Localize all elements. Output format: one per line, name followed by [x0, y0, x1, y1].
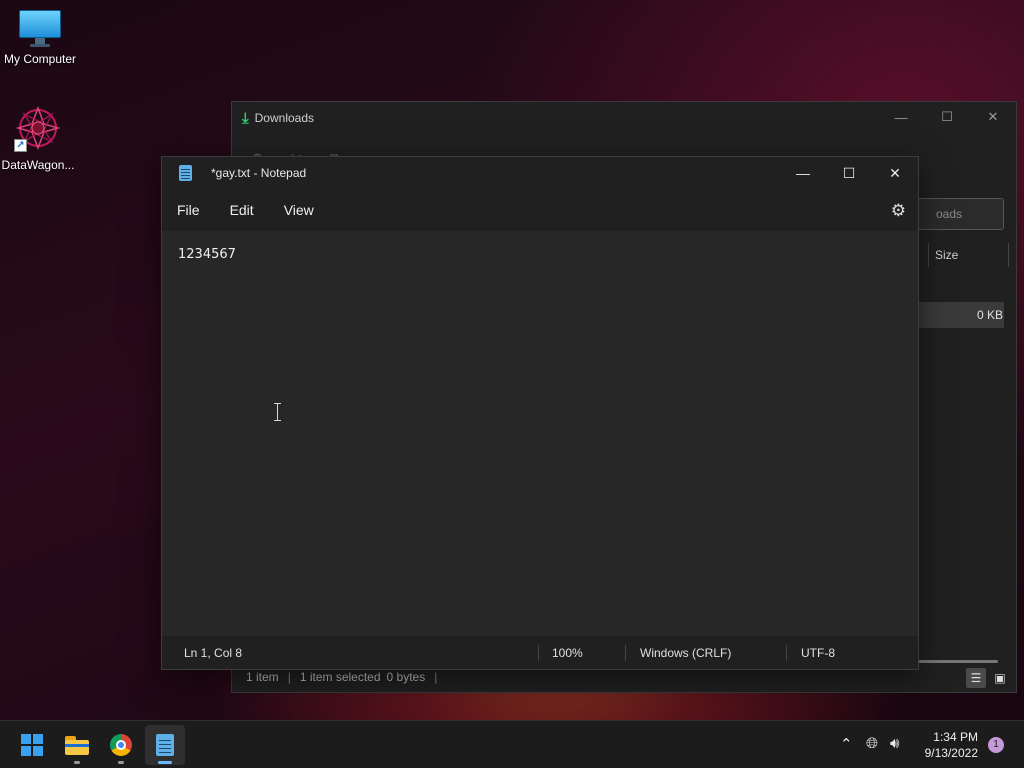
notepad-close-button[interactable]: ✕: [872, 157, 918, 189]
taskbar: ⌃ 🌐︎ 🔊︎ 1:34 PM 9/13/2022 1: [0, 720, 1024, 768]
clock[interactable]: 1:34 PM 9/13/2022: [925, 729, 978, 761]
notepad-text-area[interactable]: 1234567: [162, 231, 918, 637]
status-item-count: 1 item: [246, 670, 279, 684]
explorer-maximize-button[interactable]: ☐: [924, 102, 970, 132]
settings-gear-icon[interactable]: ⚙: [891, 201, 906, 221]
status-bytes: 0 bytes: [386, 670, 426, 684]
desktop-icon-label: My Computer: [3, 52, 77, 66]
column-header-size[interactable]: Size: [935, 248, 958, 262]
status-cursor-position: Ln 1, Col 8: [184, 646, 243, 660]
menu-edit[interactable]: Edit: [221, 202, 263, 218]
chrome-icon: [110, 734, 132, 756]
datawagon-logo-icon: ↗: [14, 104, 62, 152]
taskbar-chrome[interactable]: [101, 725, 141, 765]
notepad-icon: [156, 734, 174, 756]
clock-date: 9/13/2022: [924, 746, 978, 760]
shortcut-arrow-icon: ↗: [14, 139, 27, 152]
volume-icon[interactable]: 🔊︎: [890, 735, 899, 752]
details-view-icon[interactable]: ☰: [966, 668, 986, 688]
start-button[interactable]: [12, 725, 52, 765]
notification-badge[interactable]: 1: [988, 737, 1004, 753]
desktop-icon-label: DataWagon...: [1, 158, 75, 172]
file-row-size: 0 KB: [977, 308, 1004, 322]
status-zoom: 100%: [552, 646, 583, 660]
tiles-view-icon[interactable]: ▣: [990, 668, 1010, 688]
notepad-icon: [179, 165, 192, 181]
search-placeholder-text: oads: [936, 207, 963, 221]
download-icon: ⤓: [242, 109, 249, 127]
explorer-search-input[interactable]: oads: [918, 198, 1004, 230]
horizontal-scrollbar[interactable]: [918, 660, 998, 663]
status-line-ending: Windows (CRLF): [640, 646, 732, 660]
notepad-content: 1234567: [178, 247, 236, 262]
explorer-minimize-button[interactable]: —: [878, 102, 924, 132]
ibeam-cursor-icon: [274, 403, 282, 421]
taskbar-file-explorer[interactable]: [57, 725, 97, 765]
status-selected: 1 item selected: [299, 670, 381, 684]
taskbar-notepad[interactable]: [145, 725, 185, 765]
monitor-icon: [19, 10, 61, 47]
menu-view[interactable]: View: [275, 202, 323, 218]
show-hidden-icons-chevron-icon[interactable]: ⌃: [840, 735, 853, 753]
explorer-title: Downloads: [254, 111, 315, 125]
desktop-icon-my-computer[interactable]: My Computer: [0, 10, 80, 66]
notepad-menubar: File Edit View ⚙: [162, 189, 918, 231]
status-encoding: UTF-8: [801, 646, 835, 660]
notepad-minimize-button[interactable]: —: [780, 157, 826, 189]
notepad-titlebar[interactable]: *gay.txt - Notepad — ☐ ✕: [162, 157, 918, 189]
desktop-icon-datawagon[interactable]: ↗ DataWagon...: [0, 104, 78, 172]
menu-file[interactable]: File: [168, 202, 209, 218]
notepad-title: *gay.txt - Notepad: [211, 166, 307, 180]
clock-time: 1:34 PM: [933, 730, 978, 744]
notepad-window[interactable]: *gay.txt - Notepad — ☐ ✕ File Edit View …: [161, 156, 919, 670]
windows-logo-icon: [21, 734, 43, 756]
network-globe-icon[interactable]: 🌐︎: [866, 735, 878, 752]
folder-icon: [65, 735, 89, 755]
notepad-statusbar: Ln 1, Col 8 100% Windows (CRLF) UTF-8: [162, 636, 918, 669]
explorer-close-button[interactable]: ✕: [970, 102, 1016, 132]
notepad-maximize-button[interactable]: ☐: [826, 157, 872, 189]
